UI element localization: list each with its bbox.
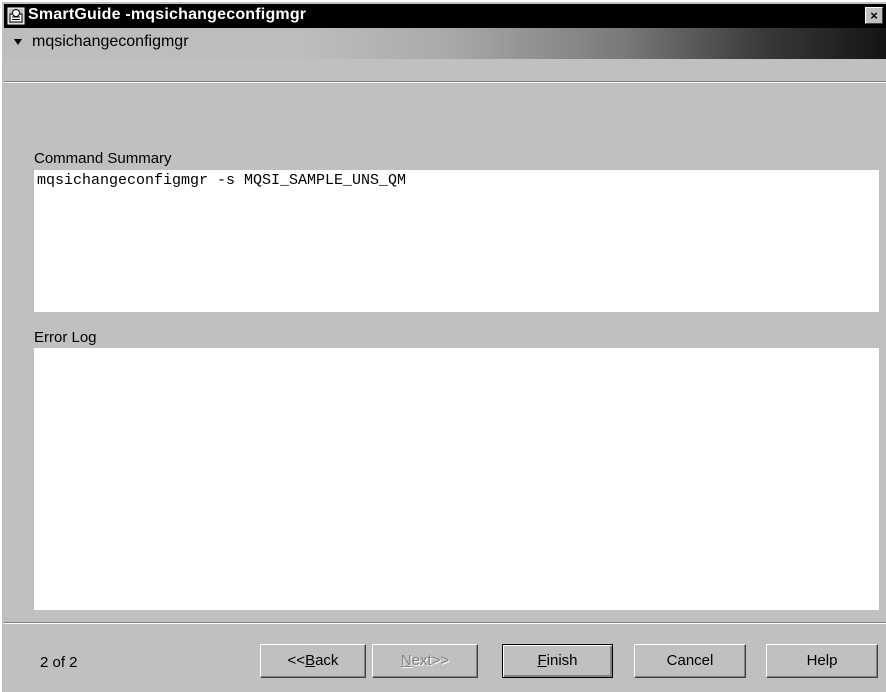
finish-button[interactable]: Finish — [502, 644, 613, 678]
window-title: SmartGuide -mqsichangeconfigmgr — [28, 6, 307, 23]
title-bar[interactable]: SmartGuide -mqsichangeconfigmgr × — [4, 4, 886, 28]
header-divider-highlight — [4, 82, 886, 83]
close-icon: × — [870, 8, 878, 23]
footer-divider-highlight — [4, 623, 886, 624]
step-bar[interactable]: mqsichangeconfigmgr — [4, 28, 886, 59]
next-button[interactable]: Next>> — [372, 644, 478, 678]
smartguide-icon — [7, 7, 25, 25]
chevron-down-icon[interactable] — [14, 39, 22, 45]
cancel-button[interactable]: Cancel — [634, 644, 746, 678]
page-counter: 2 of 2 — [40, 654, 78, 671]
smartguide-window: SmartGuide -mqsichangeconfigmgr × mqsich… — [0, 0, 886, 692]
error-log-label: Error Log — [34, 329, 97, 346]
error-log-field[interactable] — [34, 348, 879, 610]
close-button[interactable]: × — [865, 7, 883, 24]
help-button[interactable]: Help — [766, 644, 878, 678]
back-button[interactable]: <<Back — [260, 644, 366, 678]
step-title: mqsichangeconfigmgr — [32, 33, 189, 50]
command-summary-label: Command Summary — [34, 150, 172, 167]
step-header: mqsichangeconfigmgr — [4, 28, 886, 82]
command-summary-field[interactable]: mqsichangeconfigmgr -s MQSI_SAMPLE_UNS_Q… — [34, 170, 879, 312]
